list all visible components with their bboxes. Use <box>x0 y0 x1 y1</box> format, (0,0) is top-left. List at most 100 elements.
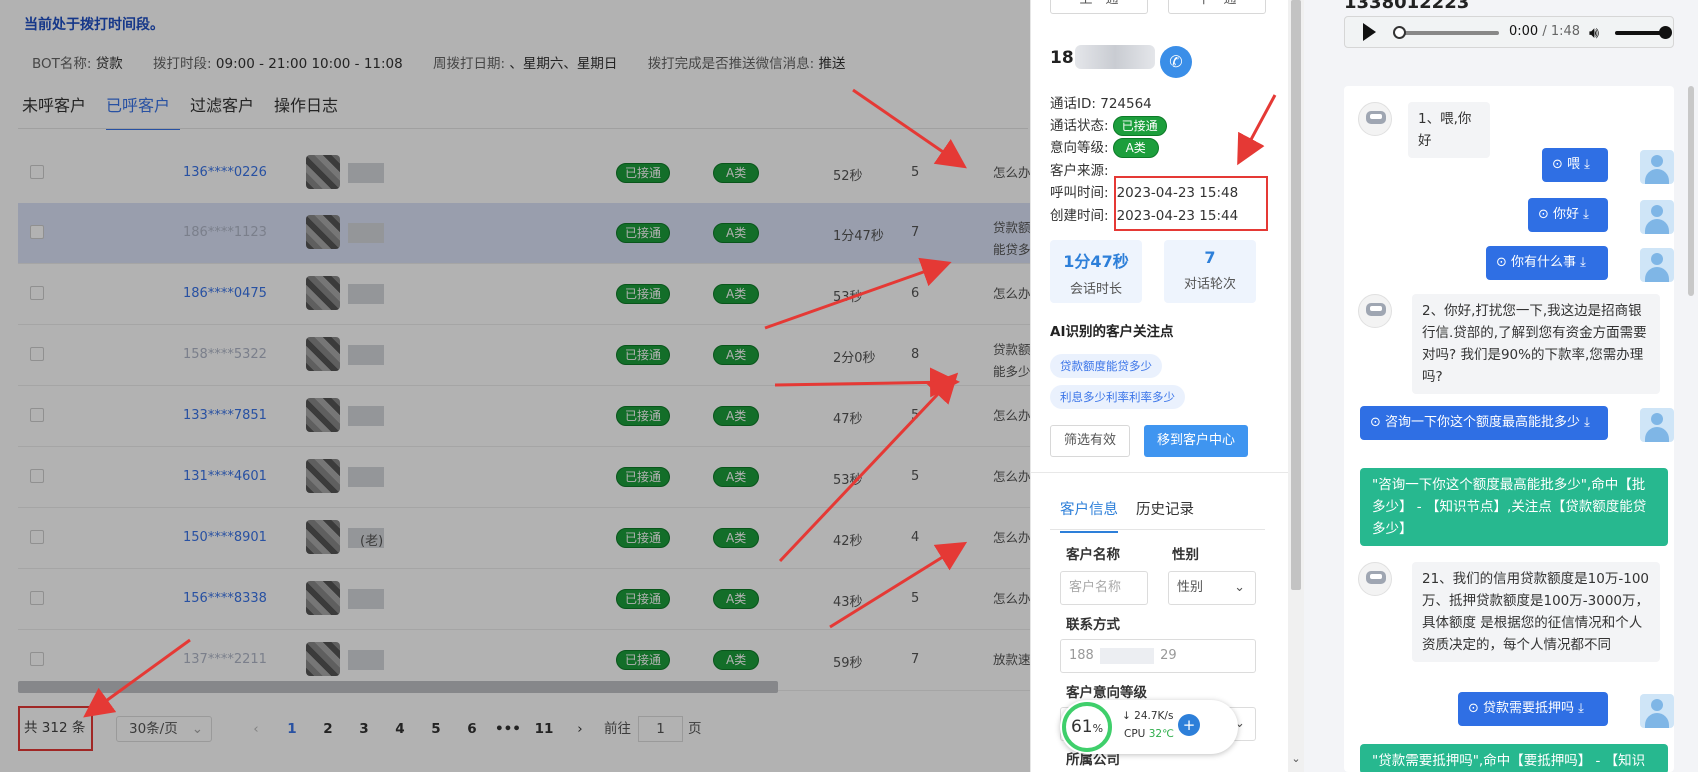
table-row[interactable]: 133****7851 已接通 A类 47秒 5 怎么办理, <box>18 386 1047 447</box>
volume-knob[interactable] <box>1659 26 1672 39</box>
horizontal-scrollbar[interactable] <box>18 681 778 693</box>
page-size-select[interactable]: 30条/页 ⌄ <box>116 716 212 742</box>
table-row[interactable]: 186****0475 已接通 A类 53秒 6 怎么办理, <box>18 264 1047 325</box>
play-circle-icon[interactable]: ⊙ <box>1468 701 1483 716</box>
row-duration: 43秒 <box>833 595 863 610</box>
row-checkbox[interactable] <box>30 286 44 300</box>
page-button[interactable]: 2 <box>310 716 346 742</box>
plus-icon[interactable]: + <box>1178 714 1200 736</box>
row-phone-link[interactable]: 156****8338 <box>183 591 267 606</box>
row-checkbox[interactable] <box>30 165 44 179</box>
detail-tab-divider <box>1050 529 1265 530</box>
play-circle-icon[interactable]: ⊙ <box>1538 207 1553 222</box>
scrollbar-thumb[interactable] <box>1291 0 1301 590</box>
download-icon[interactable]: ⤓ <box>1576 255 1586 270</box>
tab-uncalled[interactable]: 未呼客户 <box>22 94 96 130</box>
table-row[interactable]: 158****5322 已接通 A类 2分0秒 8 贷款额度能多少, <box>18 325 1043 386</box>
download-icon[interactable]: ⤓ <box>1579 207 1589 222</box>
table-row[interactable]: 136****0226 已接通 A类 52秒 5 怎么办理,还 <box>18 143 1053 204</box>
intent-badge: A类 <box>713 467 760 487</box>
page-button[interactable]: 3 <box>346 716 382 742</box>
page-button[interactable]: 5 <box>418 716 454 742</box>
user-avatar <box>1640 150 1674 184</box>
row-checkbox[interactable] <box>30 469 44 483</box>
row-phone-link[interactable]: 136****0226 <box>183 165 267 180</box>
page-button[interactable]: 11 <box>526 716 562 742</box>
next-call-button[interactable]: 下一通 <box>1168 0 1266 14</box>
gender-select-value: 性别 <box>1177 580 1204 595</box>
download-icon[interactable]: ⤓ <box>1580 157 1590 172</box>
play-circle-icon[interactable]: ⊙ <box>1496 255 1511 270</box>
row-phone-link[interactable]: 131****4601 <box>183 469 267 484</box>
row-phone-link[interactable]: 137****2211 <box>183 652 267 667</box>
tab-called[interactable]: 已呼客户 <box>106 94 181 130</box>
row-checkbox[interactable] <box>30 591 44 605</box>
filter-valid-button[interactable]: 筛选有效 <box>1050 425 1130 457</box>
row-duration: 42秒 <box>833 534 863 549</box>
play-icon[interactable] <box>1363 23 1376 41</box>
table-row[interactable]: 131****4601 已接通 A类 53秒 5 怎么办理, <box>18 447 1047 508</box>
chat-scrollbar[interactable] <box>1688 86 1694 296</box>
customer-name-input[interactable]: 客户名称 <box>1060 571 1148 605</box>
row-checkbox[interactable] <box>30 652 44 666</box>
user-message[interactable]: ⊙ 喂 ⤓ <box>1542 148 1608 182</box>
recording-title: 1338012223 <box>1344 0 1470 13</box>
volume-icon[interactable]: 🔊︎ <box>1589 23 1599 43</box>
table-row[interactable]: 150****8901 (老) 已接通 A类 42秒 4 怎么办理, <box>18 508 1047 569</box>
contact-input[interactable]: 188 29 <box>1060 639 1256 673</box>
row-phone-link[interactable]: 150****8901 <box>183 530 267 545</box>
user-message[interactable]: ⊙ 咨询一下你这个额度最高能批多少 ⤓ <box>1360 406 1608 440</box>
row-checkbox[interactable] <box>30 408 44 422</box>
phone-call-icon[interactable]: ✆ <box>1160 46 1192 78</box>
user-message[interactable]: ⊙ 贷款需要抵押吗 ⤓ <box>1458 692 1608 726</box>
scroll-down-icon[interactable]: ⌄ <box>1288 752 1304 765</box>
memory-unit: % <box>1092 722 1104 735</box>
goto-page-input[interactable]: 1 <box>638 716 683 742</box>
table-row[interactable]: 186****1123 已接通 A类 1分47秒 7 贷款额度能贷多少, <box>18 203 1047 264</box>
row-checkbox[interactable] <box>30 347 44 361</box>
move-to-customer-center-button[interactable]: 移到客户中心 <box>1144 425 1248 457</box>
detail-scrollbar[interactable] <box>1288 0 1304 772</box>
section-divider <box>1030 472 1288 473</box>
gender-select[interactable]: 性别 ⌄ <box>1168 571 1256 605</box>
prev-page-button[interactable]: ‹ <box>238 716 274 742</box>
play-circle-icon[interactable]: ⊙ <box>1370 415 1385 430</box>
focus-tag: 贷款额度能贷多少 <box>1050 354 1162 378</box>
duration-value: 1分47秒 <box>1063 252 1129 271</box>
download-icon[interactable]: ⤓ <box>1580 415 1590 430</box>
tab-filtered[interactable]: 过滤客户 <box>190 94 264 130</box>
user-message[interactable]: ⊙ 你有什么事 ⤓ <box>1486 246 1608 280</box>
tab-logs[interactable]: 操作日志 <box>274 94 348 130</box>
row-checkbox[interactable] <box>30 530 44 544</box>
page-button[interactable]: 1 <box>274 716 310 742</box>
row-phone-link[interactable]: 186****1123 <box>183 225 267 240</box>
page-button[interactable]: 4 <box>382 716 418 742</box>
row-phone-link[interactable]: 158****5322 <box>183 347 267 362</box>
prev-call-button[interactable]: 上一通 <box>1050 0 1148 14</box>
ai-focus-title: AI识别的客户关注点 <box>1050 324 1174 340</box>
row-turns: 7 <box>911 225 920 240</box>
row-phone-link[interactable]: 186****0475 <box>183 286 267 301</box>
next-page-button[interactable]: › <box>562 716 598 742</box>
audio-current-time: 0:00 <box>1509 24 1539 39</box>
name-redaction <box>348 163 384 183</box>
audio-progress-knob[interactable] <box>1393 26 1406 39</box>
play-circle-icon[interactable]: ⊙ <box>1552 157 1567 172</box>
row-checkbox[interactable] <box>30 225 44 239</box>
tab-history[interactable]: 历史记录 <box>1136 498 1194 519</box>
bot-avatar <box>1358 294 1392 328</box>
download-icon[interactable]: ⤓ <box>1574 701 1584 716</box>
tab-customer-info[interactable]: 客户信息 <box>1060 498 1118 533</box>
performance-widget[interactable]: 61% ↓ 24.7K/s CPU 32℃ + <box>1060 700 1238 754</box>
turns-label: 对话轮次 <box>1183 277 1236 292</box>
more-pages-button[interactable]: ••• <box>490 716 526 742</box>
chevron-down-icon: ⌄ <box>191 721 203 737</box>
volume-track[interactable] <box>1615 31 1663 35</box>
table-row[interactable]: 156****8338 已接通 A类 43秒 5 怎么办理, <box>18 569 1047 630</box>
audio-progress-track[interactable] <box>1399 31 1499 35</box>
contact-prefix: 188 <box>1069 648 1094 663</box>
dial-days-value: 、星期六、星期日 <box>509 56 618 72</box>
page-button[interactable]: 6 <box>454 716 490 742</box>
user-message[interactable]: ⊙ 你好 ⤓ <box>1528 198 1608 232</box>
row-phone-link[interactable]: 133****7851 <box>183 408 267 423</box>
